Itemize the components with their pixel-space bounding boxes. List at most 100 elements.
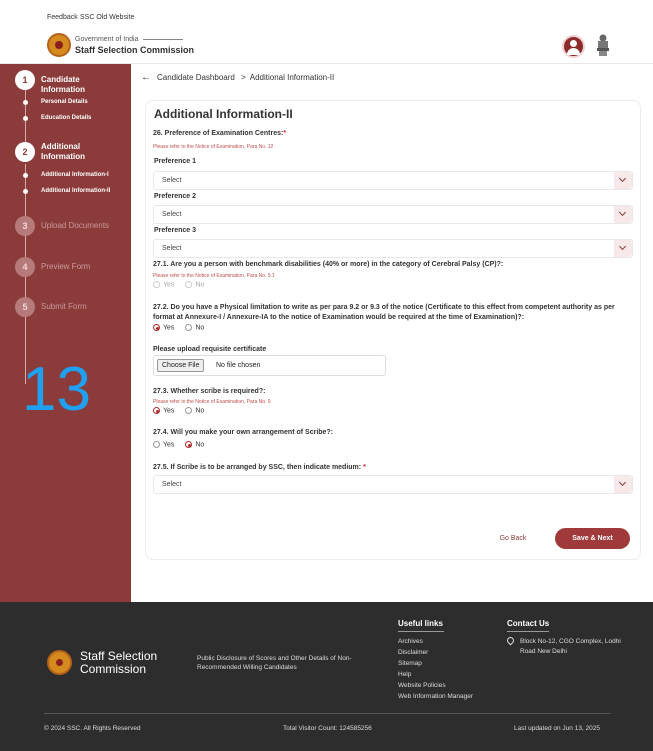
radio-label: Yes bbox=[163, 407, 175, 415]
question-27-3-label: 27.3. Whether scribe is required?: bbox=[153, 388, 266, 395]
radio-27-3-yes[interactable]: Yes bbox=[153, 407, 174, 414]
footer-link-website-policies[interactable]: Website Policies bbox=[398, 680, 473, 691]
choose-file-button[interactable]: Choose File bbox=[157, 359, 205, 372]
form-title: Additional Information-II bbox=[154, 107, 293, 121]
contact-us-underline bbox=[507, 631, 549, 632]
overlay-step-number: 13 bbox=[22, 355, 91, 424]
substep-dot bbox=[23, 100, 28, 105]
go-back-button[interactable]: Go Back bbox=[483, 529, 543, 549]
radio-circle-icon[interactable] bbox=[153, 281, 160, 288]
footer-brand: Staff Selection Commission bbox=[80, 650, 157, 676]
radio-circle-icon[interactable] bbox=[185, 281, 193, 288]
public-disclosure-link[interactable]: Public Disclosure of Scores and Other De… bbox=[197, 654, 387, 672]
radio-label: Yes bbox=[163, 324, 175, 332]
select-value: Select bbox=[162, 481, 182, 488]
step-number: 2 bbox=[15, 142, 35, 162]
back-arrow-icon[interactable]: ← bbox=[141, 72, 151, 83]
useful-links-list: Archives Disclaimer Sitemap Help Website… bbox=[398, 636, 473, 702]
select-value: Select bbox=[162, 177, 182, 184]
radio-27-1-yes[interactable]: Yes bbox=[153, 281, 174, 288]
substep-education-details[interactable]: Education Details bbox=[41, 115, 91, 121]
scribe-medium-select[interactable]: Select bbox=[153, 475, 633, 494]
step-label: Submit Form bbox=[41, 302, 87, 311]
footer-link-disclaimer[interactable]: Disclaimer bbox=[398, 647, 473, 658]
radio-circle-icon[interactable] bbox=[153, 441, 160, 448]
step-label: Preview Form bbox=[41, 262, 91, 271]
question-27-3-options: Yes No bbox=[153, 407, 213, 415]
radio-circle-icon[interactable] bbox=[185, 407, 193, 414]
chevron-down-icon[interactable] bbox=[614, 172, 632, 189]
note-27-1: Please refer to the Notice of Examinatio… bbox=[153, 273, 275, 279]
step-label: Additional Information bbox=[41, 142, 85, 161]
substep-additional-info-2[interactable]: Additional Information-II bbox=[41, 188, 110, 194]
visitor-count: Total Visitor Count: 124585256 bbox=[283, 725, 372, 732]
chevron-down-icon[interactable] bbox=[614, 476, 632, 493]
radio-selected-icon[interactable] bbox=[153, 324, 160, 331]
radio-27-1-no[interactable]: No bbox=[185, 281, 204, 288]
footer-divider bbox=[44, 713, 611, 714]
radio-label: No bbox=[195, 281, 205, 289]
header: Government of India Staff Selection Comm… bbox=[0, 28, 653, 64]
substep-dot bbox=[23, 173, 28, 178]
radio-selected-icon[interactable] bbox=[153, 407, 160, 414]
form-card: Additional Information-II 26. Preference… bbox=[145, 100, 641, 560]
question-26-label: 26. Preference of Examination Centres:* bbox=[153, 129, 638, 139]
radio-27-2-no[interactable]: No bbox=[185, 324, 204, 331]
save-next-button[interactable]: Save & Next bbox=[555, 528, 630, 549]
file-status: No file chosen bbox=[216, 362, 261, 369]
contact-us-title: Contact Us bbox=[507, 619, 550, 628]
copyright-text: © 2024 SSC. All Rights Reserved bbox=[44, 725, 141, 732]
commission-name: Staff Selection Commission bbox=[75, 45, 195, 55]
radio-27-4-yes[interactable]: Yes bbox=[153, 441, 174, 448]
radio-27-3-no[interactable]: No bbox=[185, 407, 204, 414]
breadcrumb-separator: > bbox=[241, 73, 246, 82]
substep-dot bbox=[23, 189, 28, 194]
question-27-2-options: Yes No bbox=[153, 324, 213, 332]
step-label: Candidate Information bbox=[41, 75, 85, 94]
location-pin-icon bbox=[505, 635, 516, 646]
substep-personal-details[interactable]: Personal Details bbox=[41, 99, 88, 105]
chevron-down-icon[interactable] bbox=[614, 240, 632, 257]
footer-link-help[interactable]: Help bbox=[398, 669, 473, 680]
certificate-file-input[interactable]: Choose File No file chosen bbox=[153, 355, 386, 376]
note-27-3: Please refer to the Notice of Examinatio… bbox=[153, 399, 271, 405]
substep-additional-info-1[interactable]: Additional Information-I bbox=[41, 172, 109, 178]
select-value: Select bbox=[162, 245, 182, 252]
ssc-logo-icon[interactable] bbox=[47, 33, 71, 57]
gov-of-india-text: Government of India bbox=[75, 36, 139, 43]
step-number: 4 bbox=[15, 257, 35, 277]
question-text: 26. Preference of Examination Centres: bbox=[153, 130, 284, 137]
old-website-link[interactable]: SSC Old Website bbox=[80, 14, 134, 21]
preference-1-label: Preference 1 bbox=[154, 158, 197, 165]
feedback-link[interactable]: Feedback bbox=[47, 14, 78, 21]
useful-links-title: Useful links bbox=[398, 619, 443, 628]
radio-27-2-yes[interactable]: Yes bbox=[153, 324, 174, 331]
radio-27-4-no[interactable]: No bbox=[185, 441, 204, 448]
header-divider-line bbox=[143, 39, 183, 40]
user-avatar-icon[interactable] bbox=[562, 35, 585, 58]
question-27-1-options: Yes No bbox=[153, 281, 213, 289]
radio-label: No bbox=[195, 441, 205, 449]
radio-selected-icon[interactable] bbox=[185, 441, 193, 448]
select-value: Select bbox=[162, 211, 182, 218]
preference-3-label: Preference 3 bbox=[154, 227, 197, 234]
preference-1-select[interactable]: Select bbox=[153, 171, 633, 190]
radio-circle-icon[interactable] bbox=[185, 324, 193, 331]
top-bar: Feedback SSC Old Website bbox=[0, 0, 653, 28]
footer-link-sitemap[interactable]: Sitemap bbox=[398, 658, 473, 669]
radio-label: No bbox=[195, 324, 205, 332]
required-marker: * bbox=[283, 130, 287, 137]
footer-brand-line: Commission bbox=[80, 662, 147, 676]
steps-sidebar: 1 Candidate Information Personal Details… bbox=[0, 64, 131, 602]
national-emblem-icon bbox=[597, 34, 609, 56]
upload-certificate-label: Please upload requisite certificate bbox=[153, 346, 267, 353]
last-updated: Last updated on Jun 13, 2025 bbox=[514, 725, 601, 732]
footer-link-archives[interactable]: Archives bbox=[398, 636, 473, 647]
breadcrumb-dashboard-link[interactable]: Candidate Dashboard bbox=[157, 73, 235, 82]
preference-2-select[interactable]: Select bbox=[153, 205, 633, 224]
chevron-down-icon[interactable] bbox=[614, 206, 632, 223]
useful-links-underline bbox=[398, 631, 444, 632]
preference-2-label: Preference 2 bbox=[154, 193, 197, 200]
preference-3-select[interactable]: Select bbox=[153, 239, 633, 258]
footer-link-web-info-manager[interactable]: Web Information Manager bbox=[398, 691, 473, 702]
